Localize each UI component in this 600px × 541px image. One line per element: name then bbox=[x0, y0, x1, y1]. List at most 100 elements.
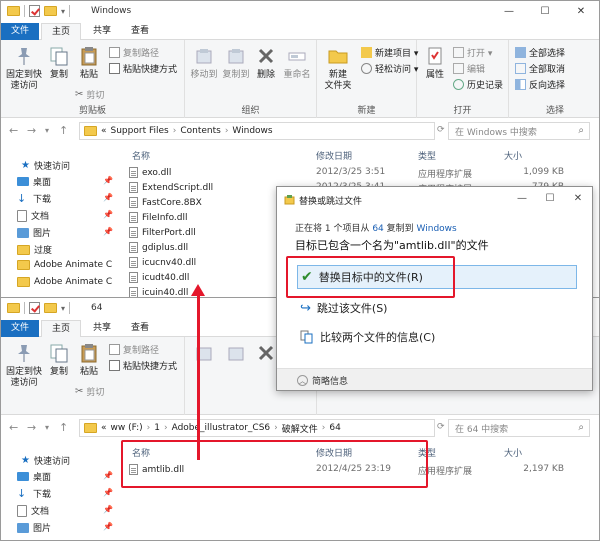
copy-button[interactable]: 复制 bbox=[45, 342, 73, 378]
copy-path-button[interactable]: 复制路径 bbox=[109, 46, 159, 59]
nav-downloads[interactable]: ↓ 下载 bbox=[17, 192, 51, 205]
tab-share[interactable]: 共享 bbox=[85, 320, 119, 337]
column-header-date[interactable]: 修改日期 bbox=[316, 149, 352, 162]
nav-desktop[interactable]: 桌面 bbox=[17, 470, 51, 483]
column-header-name[interactable]: 名称 bbox=[132, 149, 150, 162]
back-arrow-icon[interactable]: ← bbox=[9, 421, 18, 434]
pin-icon[interactable]: 📌 bbox=[103, 522, 113, 531]
breadcrumb-windows[interactable]: Windows bbox=[232, 126, 272, 136]
nav-folder-adobe-animate-1[interactable]: Adobe Animate C bbox=[17, 260, 112, 270]
breadcrumb-adobe-illustrator[interactable]: Adobe_illustrator_CS6 bbox=[172, 423, 271, 433]
invert-selection-button[interactable]: 反向选择 bbox=[515, 78, 565, 91]
minimize-button[interactable]: — bbox=[491, 1, 527, 21]
column-header-size[interactable]: 大小 bbox=[504, 149, 522, 162]
pin-icon[interactable]: 📌 bbox=[103, 227, 113, 236]
pin-quick-access-button[interactable]: 固定到快 速访问 bbox=[5, 45, 43, 92]
copy-button[interactable]: 复制 bbox=[45, 45, 73, 81]
tab-file[interactable]: 文件 bbox=[1, 320, 39, 337]
recent-dropdown-icon[interactable]: ▾ bbox=[45, 126, 49, 135]
file-row[interactable]: exo.dll 2012/3/25 3:51 应用程序扩展 1,099 KB bbox=[126, 167, 599, 182]
breadcrumb-prefix[interactable]: « bbox=[101, 423, 107, 433]
breadcrumb-crack-files[interactable]: 破解文件 bbox=[282, 422, 318, 435]
refresh-icon[interactable]: ⟳ bbox=[437, 422, 445, 432]
tab-home[interactable]: 主页 bbox=[41, 23, 81, 40]
nav-desktop[interactable]: 桌面 bbox=[17, 175, 51, 188]
fewer-details-button[interactable]: ︿ 简略信息 bbox=[297, 374, 348, 387]
maximize-button[interactable]: ☐ bbox=[527, 1, 563, 21]
up-arrow-icon[interactable]: ↑ bbox=[59, 124, 68, 137]
new-folder-button[interactable]: 新建 文件夹 bbox=[321, 45, 355, 92]
properties-button[interactable]: 属性 bbox=[421, 45, 449, 81]
nav-folder-guodu[interactable]: 过度 bbox=[17, 243, 52, 256]
search-input[interactable]: 在 64 中搜索 ⌕ bbox=[448, 419, 590, 437]
cut-button[interactable]: ✂ 剪切 bbox=[75, 88, 104, 101]
column-header-type[interactable]: 类型 bbox=[418, 149, 436, 162]
properties-check-icon[interactable] bbox=[29, 302, 40, 314]
close-button[interactable]: ✕ bbox=[563, 1, 599, 21]
skip-file-option[interactable]: ↪ 跳过该文件(S) bbox=[297, 296, 577, 320]
copy-to-button[interactable] bbox=[221, 342, 251, 367]
new-folder-icon[interactable] bbox=[44, 303, 57, 313]
dialog-close-button[interactable]: ✕ bbox=[564, 187, 592, 209]
pin-icon[interactable]: 📌 bbox=[103, 488, 113, 497]
copy-path-button[interactable]: 复制路径 bbox=[109, 343, 159, 356]
select-all-button[interactable]: 全部选择 bbox=[515, 46, 565, 59]
quick-access-dropdown-icon[interactable]: ▾ bbox=[61, 304, 65, 313]
pin-icon[interactable]: 📌 bbox=[103, 471, 113, 480]
pin-icon[interactable]: 📌 bbox=[103, 505, 113, 514]
dialog-minimize-button[interactable]: — bbox=[508, 187, 536, 209]
easy-access-button[interactable]: 轻松访问 ▾ bbox=[361, 62, 418, 75]
rename-button[interactable]: 重命名 bbox=[281, 45, 313, 81]
back-arrow-icon[interactable]: ← bbox=[9, 124, 18, 137]
breadcrumb-prefix[interactable]: « bbox=[101, 126, 107, 136]
column-header-size[interactable]: 大小 bbox=[504, 446, 522, 459]
breadcrumb-64[interactable]: 64 bbox=[329, 423, 340, 433]
copy-to-button[interactable]: 复制到 bbox=[221, 45, 251, 81]
nav-quick-access[interactable]: ★ 快速访问 bbox=[21, 454, 70, 467]
new-folder-icon[interactable] bbox=[44, 6, 57, 16]
edit-button[interactable]: 编辑 bbox=[453, 62, 485, 75]
recent-dropdown-icon[interactable]: ▾ bbox=[45, 423, 49, 432]
tab-file[interactable]: 文件 bbox=[1, 23, 39, 40]
breadcrumb-contents[interactable]: Contents bbox=[180, 126, 220, 136]
move-to-button[interactable]: 移动到 bbox=[189, 45, 219, 81]
pin-quick-access-button[interactable]: 固定到快 速访问 bbox=[5, 342, 43, 389]
nav-pictures[interactable]: 图片 bbox=[17, 226, 51, 239]
up-arrow-icon[interactable]: ↑ bbox=[59, 421, 68, 434]
nav-folder-adobe-animate-2[interactable]: Adobe Animate C bbox=[17, 277, 112, 287]
nav-documents[interactable]: 文档 bbox=[17, 209, 49, 222]
paste-shortcut-button[interactable]: 粘贴快捷方式 bbox=[109, 62, 177, 75]
tab-share[interactable]: 共享 bbox=[85, 23, 119, 40]
select-none-button[interactable]: 全部取消 bbox=[515, 62, 565, 75]
paste-shortcut-button[interactable]: 粘贴快捷方式 bbox=[109, 359, 177, 372]
forward-arrow-icon[interactable]: → bbox=[27, 124, 36, 137]
paste-button[interactable]: 粘贴 bbox=[75, 342, 103, 378]
quick-access-dropdown-icon[interactable]: ▾ bbox=[61, 7, 65, 16]
cut-button[interactable]: ✂ 剪切 bbox=[75, 385, 104, 398]
address-bar[interactable]: « ww (F:) › 1 › Adobe_illustrator_CS6 › … bbox=[79, 419, 435, 437]
address-bar[interactable]: « Support Files › Contents › Windows bbox=[79, 122, 435, 140]
destination-folder-link[interactable]: Windows bbox=[417, 224, 457, 234]
new-item-button[interactable]: 新建项目 ▾ bbox=[361, 46, 418, 59]
nav-downloads[interactable]: ↓ 下载 bbox=[17, 487, 51, 500]
forward-arrow-icon[interactable]: → bbox=[27, 421, 36, 434]
move-to-button[interactable] bbox=[189, 342, 219, 367]
history-button[interactable]: 历史记录 bbox=[453, 78, 503, 91]
pin-icon[interactable]: 📌 bbox=[103, 210, 113, 219]
nav-pictures[interactable]: 图片 bbox=[17, 521, 51, 534]
pin-icon[interactable]: 📌 bbox=[103, 176, 113, 185]
delete-button[interactable]: 删除 bbox=[253, 45, 279, 81]
source-folder-link[interactable]: 64 bbox=[372, 224, 383, 234]
breadcrumb-support-files[interactable]: Support Files bbox=[111, 126, 169, 136]
tab-view[interactable]: 查看 bbox=[123, 320, 157, 337]
properties-check-icon[interactable] bbox=[29, 5, 40, 17]
breadcrumb-drive[interactable]: ww (F:) bbox=[111, 423, 143, 433]
tab-home[interactable]: 主页 bbox=[41, 320, 81, 337]
compare-files-option[interactable]: 比较两个文件的信息(C) bbox=[297, 325, 577, 349]
pin-icon[interactable]: 📌 bbox=[103, 193, 113, 202]
refresh-icon[interactable]: ⟳ bbox=[437, 125, 445, 135]
tab-view[interactable]: 查看 bbox=[123, 23, 157, 40]
dialog-maximize-button[interactable]: ☐ bbox=[536, 187, 564, 209]
search-input[interactable]: 在 Windows 中搜索 ⌕ bbox=[448, 122, 590, 140]
open-button[interactable]: 打开 ▾ bbox=[453, 46, 492, 59]
